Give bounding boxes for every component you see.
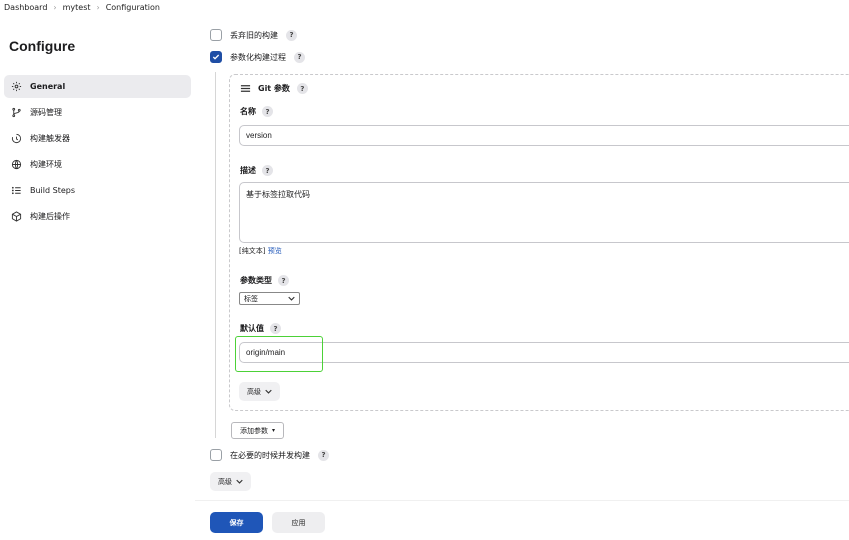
concurrent-build-option: 在必要的时候并发构建 ?: [210, 449, 329, 461]
description-field-label: 描述 ?: [240, 165, 273, 176]
chevron-down-icon: [236, 479, 243, 484]
param-type-field-label: 参数类型 ?: [240, 275, 289, 286]
globe-icon: [10, 159, 22, 171]
breadcrumb-separator: ›: [96, 3, 100, 12]
sidebar-item-source[interactable]: 源码管理: [4, 101, 191, 124]
default-value-label: 默认值: [240, 324, 264, 333]
sidebar-item-label: 构建后操作: [30, 212, 70, 221]
param-type-select[interactable]: 标签: [239, 292, 300, 305]
advanced-label: 高级: [247, 387, 261, 396]
sidebar-item-triggers[interactable]: 构建触发器: [4, 127, 191, 150]
section-guide-line: [215, 72, 216, 438]
concurrent-build-label: 在必要的时候并发构建: [230, 450, 310, 460]
sidebar-item-build-steps[interactable]: Build Steps: [4, 179, 191, 202]
help-icon[interactable]: ?: [278, 275, 289, 286]
check-icon: [212, 54, 220, 60]
sidebar-item-label: Build Steps: [30, 186, 76, 195]
sidebar-item-label: General: [30, 82, 66, 91]
help-icon[interactable]: ?: [262, 106, 273, 117]
sidebar-item-post-build[interactable]: 构建后操作: [4, 205, 191, 228]
add-parameter-label: 添加参数: [240, 426, 268, 435]
parameterized-checkbox[interactable]: [210, 51, 222, 63]
help-icon[interactable]: ?: [286, 29, 297, 41]
sidebar-item-label: 源码管理: [30, 108, 62, 117]
drag-handle-icon[interactable]: [240, 84, 251, 93]
caret-down-icon: ▾: [272, 427, 276, 434]
help-icon[interactable]: ?: [318, 449, 329, 461]
name-label: 名称: [240, 107, 256, 116]
discard-builds-checkbox[interactable]: [210, 29, 222, 41]
discard-builds-option: 丢弃旧的构建 ?: [210, 29, 297, 41]
param-type-value: 标签: [244, 294, 258, 303]
breadcrumb-separator: ›: [53, 3, 57, 12]
preview-link[interactable]: 预览: [268, 247, 282, 255]
list-icon: [10, 185, 22, 197]
save-button[interactable]: 保存: [210, 512, 263, 533]
description-format: [纯文本] 预览: [239, 246, 282, 256]
help-icon[interactable]: ?: [262, 165, 273, 176]
help-icon[interactable]: ?: [296, 83, 308, 94]
sidebar-item-environment[interactable]: 构建环境: [4, 153, 191, 176]
discard-builds-label: 丢弃旧的构建: [230, 30, 278, 40]
git-param-header: Git 参数 ?: [240, 83, 308, 94]
description-label: 描述: [240, 166, 256, 175]
name-field-label: 名称 ?: [240, 106, 273, 117]
help-icon[interactable]: ?: [270, 323, 281, 334]
sidebar-item-label: 构建环境: [30, 160, 62, 169]
param-type-label: 参数类型: [240, 276, 272, 285]
parameterized-option: 参数化构建过程 ?: [210, 51, 305, 63]
plain-text-label: [纯文本]: [239, 247, 266, 255]
apply-button[interactable]: 应用: [272, 512, 325, 533]
breadcrumb-job[interactable]: mytest: [63, 3, 91, 12]
clock-icon: [10, 133, 22, 145]
add-parameter-button[interactable]: 添加参数 ▾: [231, 422, 285, 439]
breadcrumb-dashboard[interactable]: Dashboard: [4, 3, 47, 12]
advanced-label: 高级: [218, 477, 232, 486]
breadcrumb: Dashboard › mytest › Configuration: [4, 0, 160, 15]
breadcrumb-configuration[interactable]: Configuration: [106, 3, 160, 12]
sidebar-item-general[interactable]: General: [4, 75, 191, 98]
chevron-down-icon: [265, 389, 272, 394]
chevron-down-icon: [288, 296, 295, 301]
cube-icon: [10, 211, 22, 223]
param-advanced-button[interactable]: 高级: [239, 382, 280, 401]
default-value-field-label: 默认值 ?: [240, 323, 281, 334]
gear-icon: [10, 81, 22, 93]
description-textarea[interactable]: 基于标签拉取代码: [239, 182, 849, 243]
page-title: Configure: [9, 38, 76, 54]
branch-icon: [10, 107, 22, 119]
concurrent-build-checkbox[interactable]: [210, 449, 222, 461]
sidebar-item-label: 构建触发器: [30, 134, 70, 143]
default-value-input[interactable]: origin/main: [239, 342, 849, 363]
help-icon[interactable]: ?: [294, 51, 305, 63]
parameterized-label: 参数化构建过程: [230, 52, 286, 62]
general-advanced-button[interactable]: 高级: [210, 472, 251, 491]
git-param-title: Git 参数: [258, 84, 290, 93]
name-input[interactable]: version: [239, 125, 849, 146]
